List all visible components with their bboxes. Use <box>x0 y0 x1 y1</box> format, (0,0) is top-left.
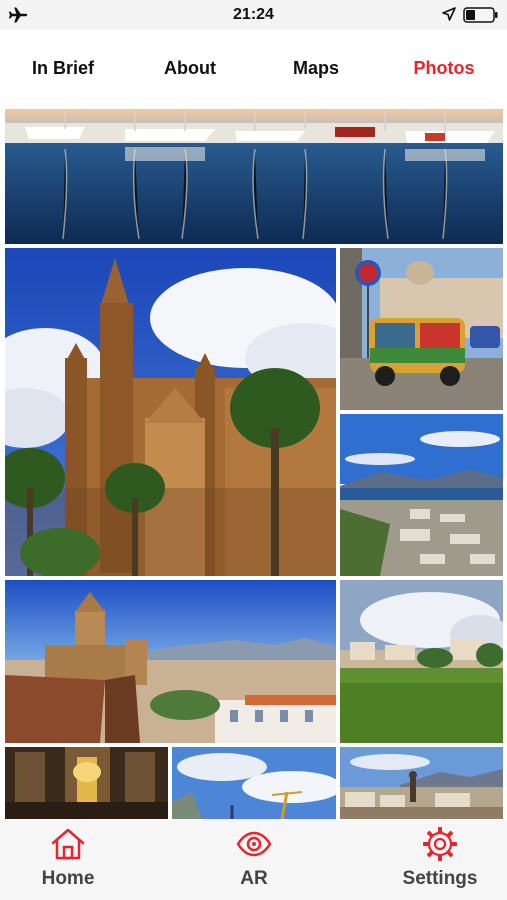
photo-park-lawn[interactable] <box>340 580 503 743</box>
status-time: 21:24 <box>233 6 274 23</box>
photo-harbor-boats[interactable] <box>5 109 503 244</box>
eye-icon <box>236 831 272 857</box>
tab-photos[interactable]: Photos <box>384 58 504 79</box>
section-tabs: In Brief About Maps Photos <box>0 30 507 108</box>
tab-maps[interactable]: Maps <box>256 58 376 79</box>
tab-about[interactable]: About <box>130 58 250 79</box>
nav-ar-label: AR <box>240 868 268 889</box>
gear-icon <box>423 827 457 861</box>
tab-in-brief[interactable]: In Brief <box>3 58 123 79</box>
photo-cathedral[interactable] <box>5 248 336 576</box>
status-bar: 21:24 <box>0 0 507 30</box>
photo-tuk-tuk[interactable] <box>340 248 503 410</box>
nav-home[interactable]: Home <box>13 826 123 890</box>
nav-home-label: Home <box>41 868 95 889</box>
nav-settings-label: Settings <box>402 868 478 889</box>
bottom-navigation: Home AR Settings <box>0 820 507 900</box>
photo-church-interior[interactable] <box>5 747 168 819</box>
photo-aerial-coast[interactable] <box>340 414 503 576</box>
home-icon <box>51 828 85 860</box>
location-arrow-icon <box>442 7 456 21</box>
photo-sky-cranes[interactable] <box>172 747 336 819</box>
nav-ar[interactable]: AR <box>199 826 309 890</box>
photo-cathedral-rooftops[interactable] <box>5 580 336 743</box>
photo-city-mountains[interactable] <box>340 747 503 819</box>
battery-icon <box>463 7 498 23</box>
nav-settings[interactable]: Settings <box>385 826 495 890</box>
